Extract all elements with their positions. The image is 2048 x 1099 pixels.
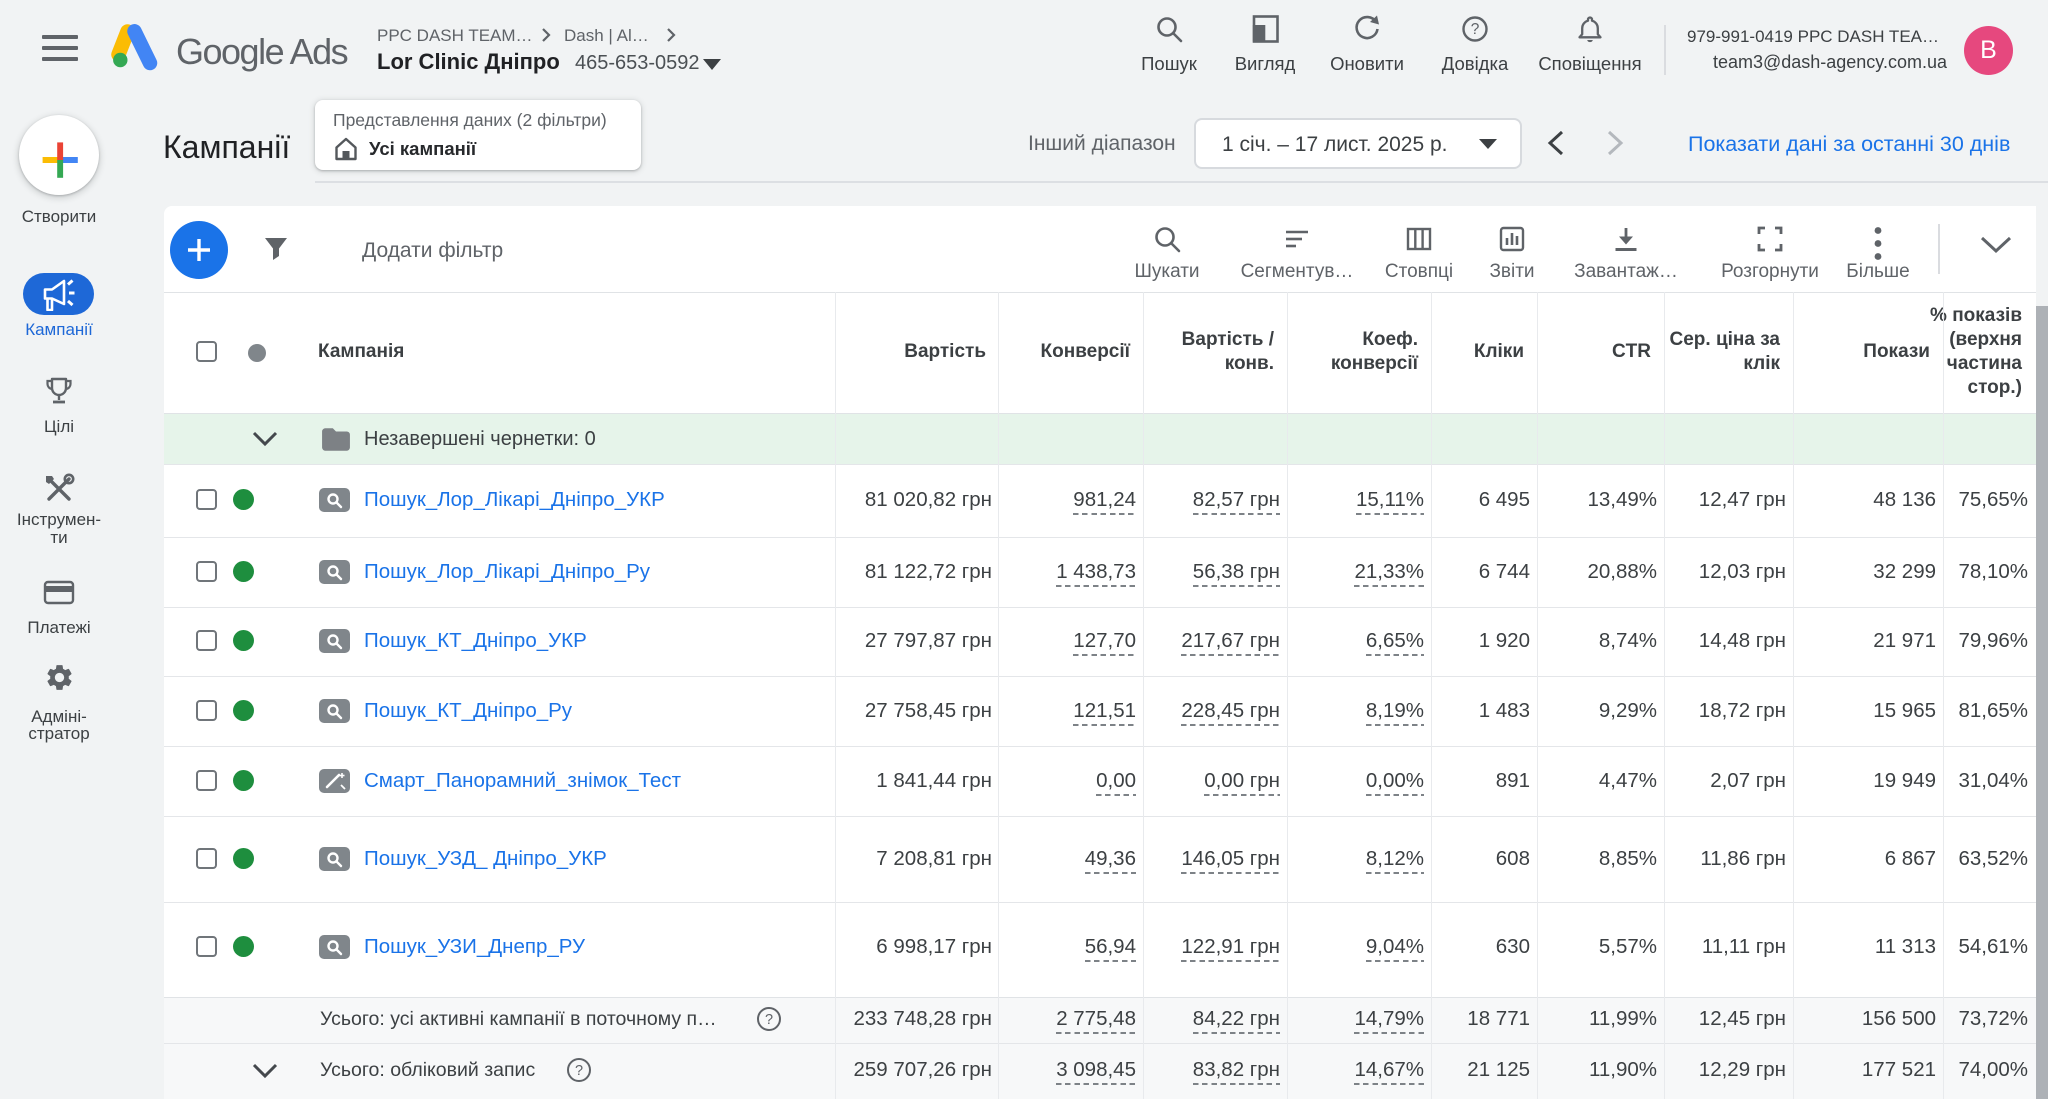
svg-text:?: ? [1471,21,1480,38]
svg-text:?: ? [575,1063,583,1079]
svg-text:?: ? [765,1012,773,1028]
